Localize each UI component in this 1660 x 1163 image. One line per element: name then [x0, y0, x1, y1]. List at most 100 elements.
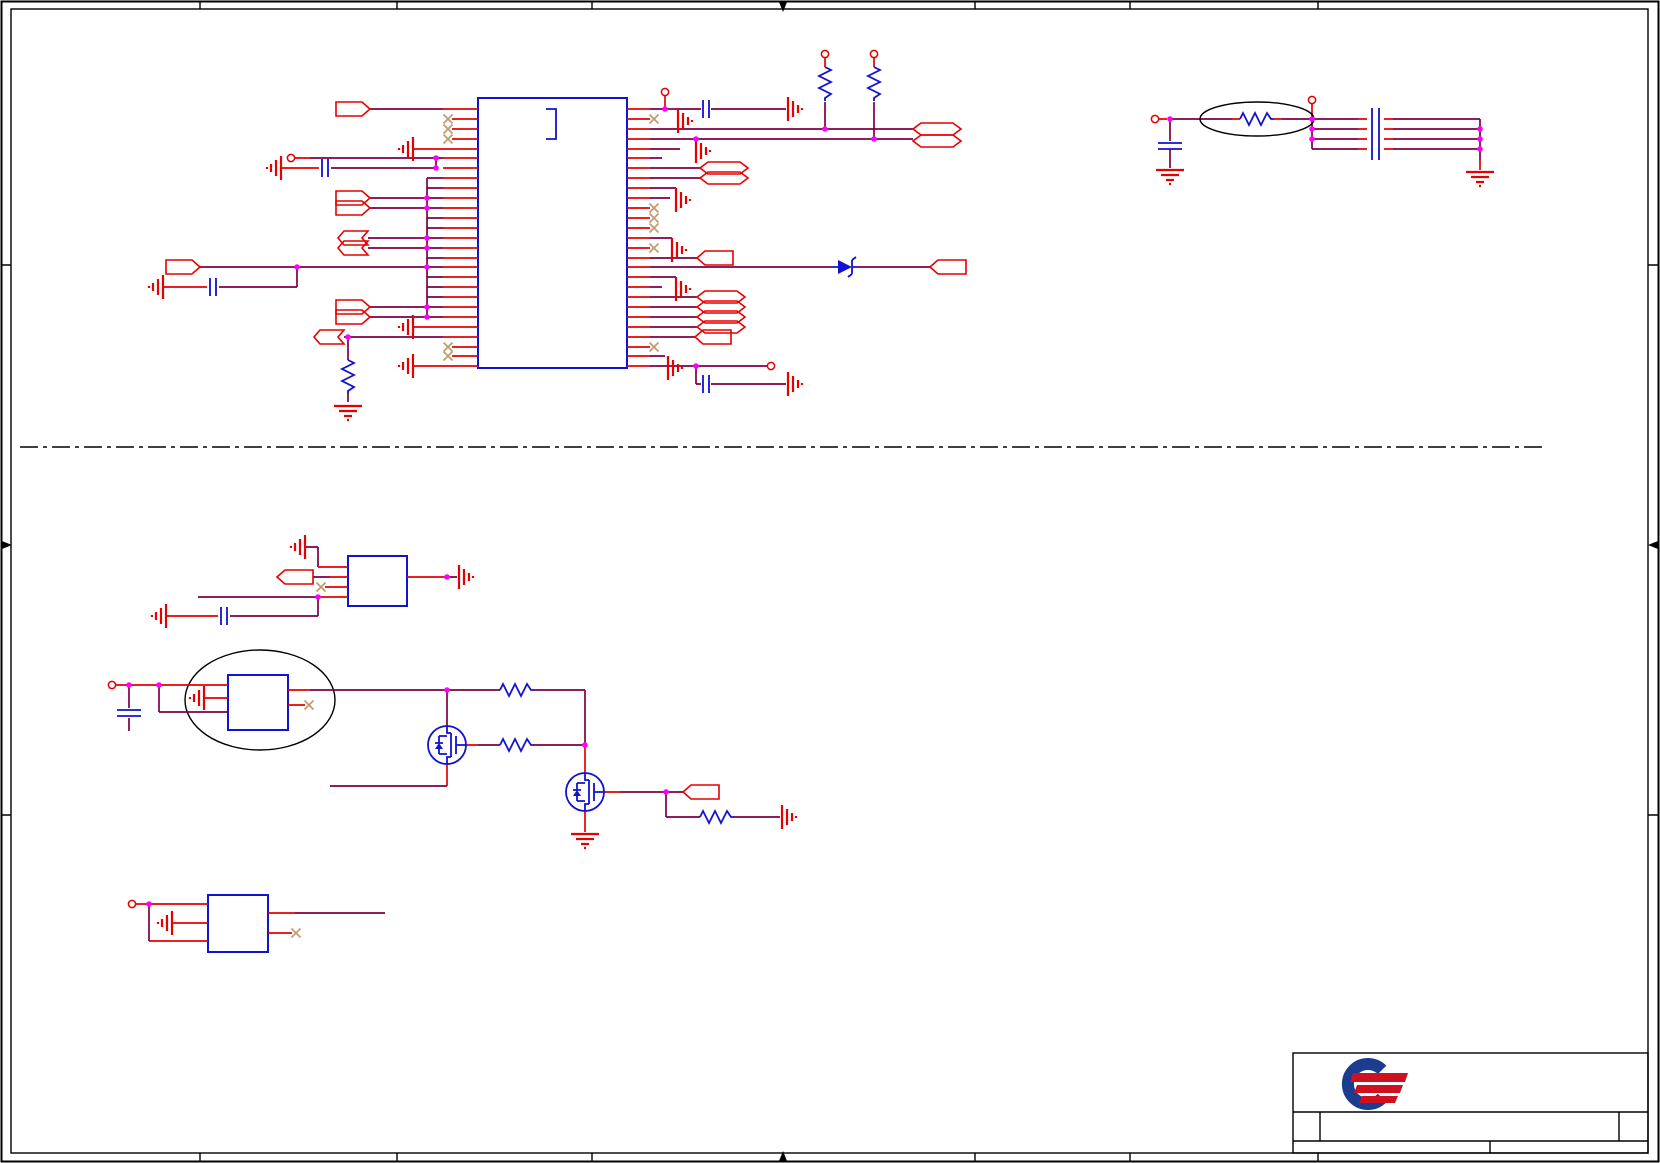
junction-dot	[1477, 126, 1483, 132]
wire-segments-dark	[200, 108, 443, 402]
pullup-resistor	[867, 66, 881, 102]
ground-symbol	[397, 352, 415, 380]
no-connect-x	[442, 133, 454, 145]
terminal-circle	[286, 153, 296, 163]
junction-dot	[433, 155, 439, 161]
no-connect-x	[290, 927, 302, 939]
no-connect-x	[648, 222, 660, 234]
inner-border	[10, 8, 1649, 1154]
ic-a-body	[347, 555, 408, 607]
terminal-circle	[660, 87, 670, 97]
junction-dot	[663, 789, 669, 795]
capacitor	[220, 606, 228, 626]
ic-left-connections	[147, 101, 478, 422]
series-resistor	[1239, 112, 1275, 126]
capacitor	[702, 99, 710, 119]
ground-symbol	[694, 137, 712, 165]
logo-stripe	[1350, 1073, 1408, 1082]
ic-right-connections	[627, 49, 967, 398]
junction-dot	[662, 106, 668, 112]
port-arrow-left	[694, 329, 732, 345]
terminal-circle	[107, 680, 117, 690]
ic-b-body	[227, 674, 289, 731]
terminal-circle	[127, 899, 137, 909]
ground-symbol	[666, 354, 684, 382]
ground-symbol	[1154, 168, 1186, 186]
highlight-ellipse	[184, 649, 336, 751]
junction-dot	[693, 363, 699, 369]
junction-dot	[1477, 146, 1483, 152]
resistor	[699, 810, 735, 824]
junction-dot	[444, 687, 450, 693]
port-arrow-left	[313, 329, 345, 345]
title-block	[1292, 1052, 1649, 1154]
outer-border	[0, 0, 1660, 1163]
ic-c-body	[207, 894, 269, 953]
junction-dot	[345, 334, 351, 340]
mosfet	[565, 772, 605, 812]
resistor	[499, 683, 535, 697]
company-logo	[1341, 1058, 1408, 1110]
ground-symbol	[265, 154, 283, 182]
ground-symbol	[786, 370, 804, 398]
center-marker-arrows	[2, 2, 1658, 1161]
rc-filter-network	[1150, 95, 1496, 188]
no-connect-x	[648, 113, 660, 125]
no-connect-x	[648, 341, 660, 353]
ground-symbol	[780, 803, 798, 831]
junction-dot	[424, 245, 430, 251]
port-arrow-left	[929, 259, 967, 275]
junction-dot	[315, 594, 321, 600]
junction-dot	[424, 314, 430, 320]
title-block-dividers	[1293, 1111, 1648, 1153]
zone-tick-marks	[1, 1, 1658, 1161]
wire-segments-red	[136, 903, 295, 942]
logo-stripe	[1359, 1096, 1398, 1103]
junction-dot	[424, 195, 430, 201]
capacitor-bank	[1371, 108, 1380, 160]
junction-dot	[1167, 116, 1173, 122]
capacitor	[702, 374, 710, 394]
junction-dot	[433, 165, 439, 171]
ground-symbol	[147, 273, 165, 301]
junction-dot	[582, 742, 588, 748]
port-arrow-left	[696, 250, 734, 266]
terminal-circle	[766, 361, 776, 371]
junction-dot	[693, 136, 699, 142]
ground-symbol	[289, 533, 307, 561]
junction-dot	[146, 901, 152, 907]
schematic-sheet	[0, 0, 1660, 1163]
port-arrow-left	[682, 784, 720, 800]
junction-dot	[1309, 136, 1315, 142]
logo-stripe	[1354, 1085, 1403, 1093]
wire-segments-red	[627, 58, 875, 367]
wire-segments-red	[116, 684, 620, 832]
small-ic-c-circuit	[127, 894, 385, 953]
junction-dot	[424, 235, 430, 241]
junction-dot	[871, 136, 877, 142]
junction-dot	[156, 682, 162, 688]
ground-symbol	[457, 563, 475, 591]
junction-dot	[1309, 116, 1315, 122]
capacitor	[209, 277, 217, 297]
capacitor	[321, 158, 329, 178]
schematic-canvas	[0, 0, 1660, 1163]
terminal-circle	[1150, 114, 1160, 124]
junction-dot	[444, 574, 450, 580]
ic-inner-bracket-mark	[546, 108, 557, 140]
ground-symbol	[150, 602, 168, 630]
junction-dot	[294, 264, 300, 270]
no-connect-x	[442, 123, 454, 135]
bidirectional-port	[912, 134, 962, 148]
port-arrow-left	[276, 569, 314, 585]
junction-dot	[1309, 126, 1315, 132]
junction-dot	[822, 126, 828, 132]
ground-symbol	[786, 95, 804, 123]
junction-dot	[1477, 136, 1483, 142]
port-arrow-left	[337, 240, 369, 256]
mosfet	[427, 725, 467, 765]
main-ic	[477, 97, 628, 369]
highlighted-ic-b-circuit	[107, 649, 798, 850]
sheet-frame	[0, 0, 1660, 1163]
wire-segments-red	[1159, 104, 1481, 170]
